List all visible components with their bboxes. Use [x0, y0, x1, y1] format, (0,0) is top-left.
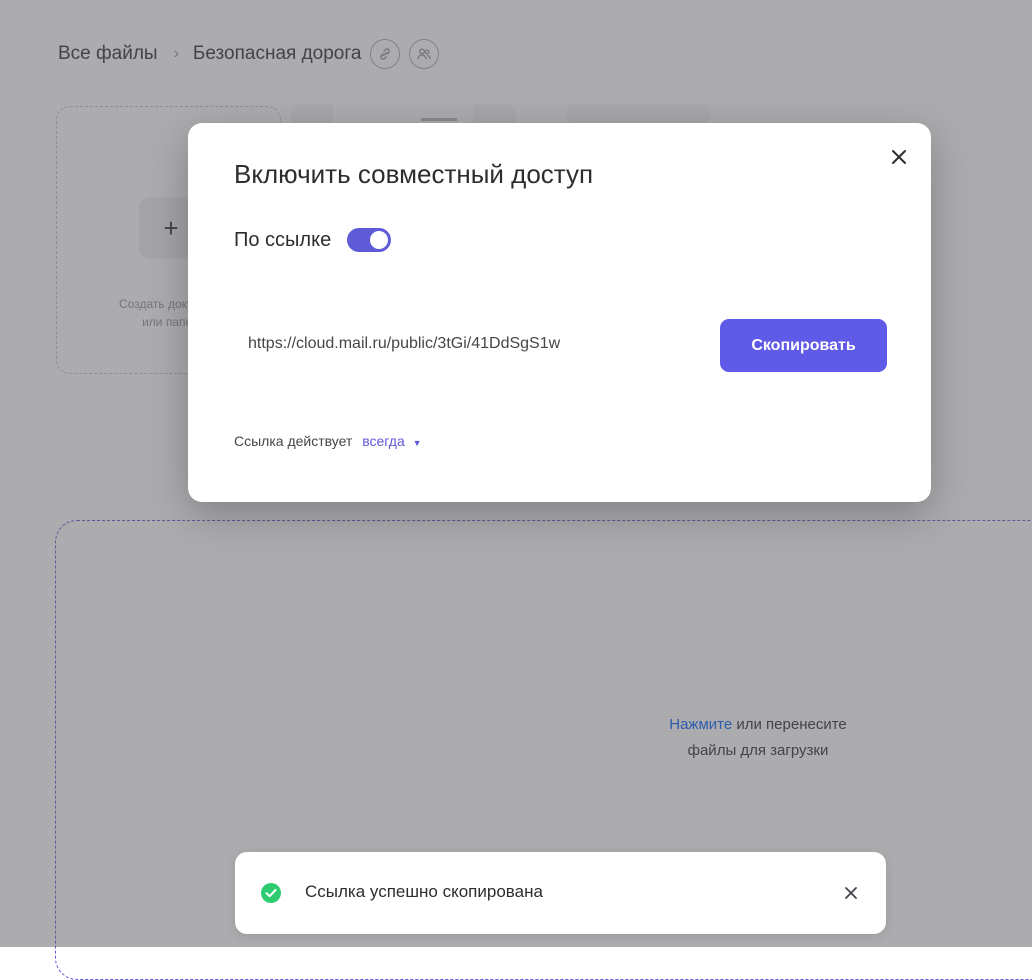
toggle-knob — [370, 231, 389, 249]
success-toast: Ссылка успешно скопирована — [235, 852, 886, 934]
public-link-url[interactable]: https://cloud.mail.ru/public/3tGi/41DdSg… — [248, 335, 560, 353]
share-by-link-toggle[interactable] — [347, 228, 392, 252]
share-by-link-label: По ссылке — [234, 228, 332, 251]
link-expiry-row: Ссылка действует всегда ▼ — [234, 433, 422, 449]
close-dialog-button[interactable] — [889, 147, 909, 167]
dialog-title: Включить совместный доступ — [234, 159, 594, 189]
share-access-dialog: Включить совместный доступ По ссылке htt… — [188, 123, 931, 502]
copy-link-button[interactable]: Скопировать — [720, 319, 887, 372]
link-expiry-label: Ссылка действует — [234, 433, 353, 449]
caret-down-icon[interactable]: ▼ — [413, 438, 422, 448]
link-expiry-dropdown[interactable]: всегда — [362, 433, 405, 449]
close-icon — [892, 150, 906, 164]
cloud-app: Все файлы › Безопасная дорога + Создать … — [0, 0, 1032, 980]
close-icon — [845, 887, 857, 899]
check-circle-icon — [261, 883, 281, 903]
close-toast-button[interactable] — [842, 884, 860, 902]
toast-message: Ссылка успешно скопирована — [305, 882, 543, 901]
share-by-link-row: По ссылке — [234, 228, 392, 252]
